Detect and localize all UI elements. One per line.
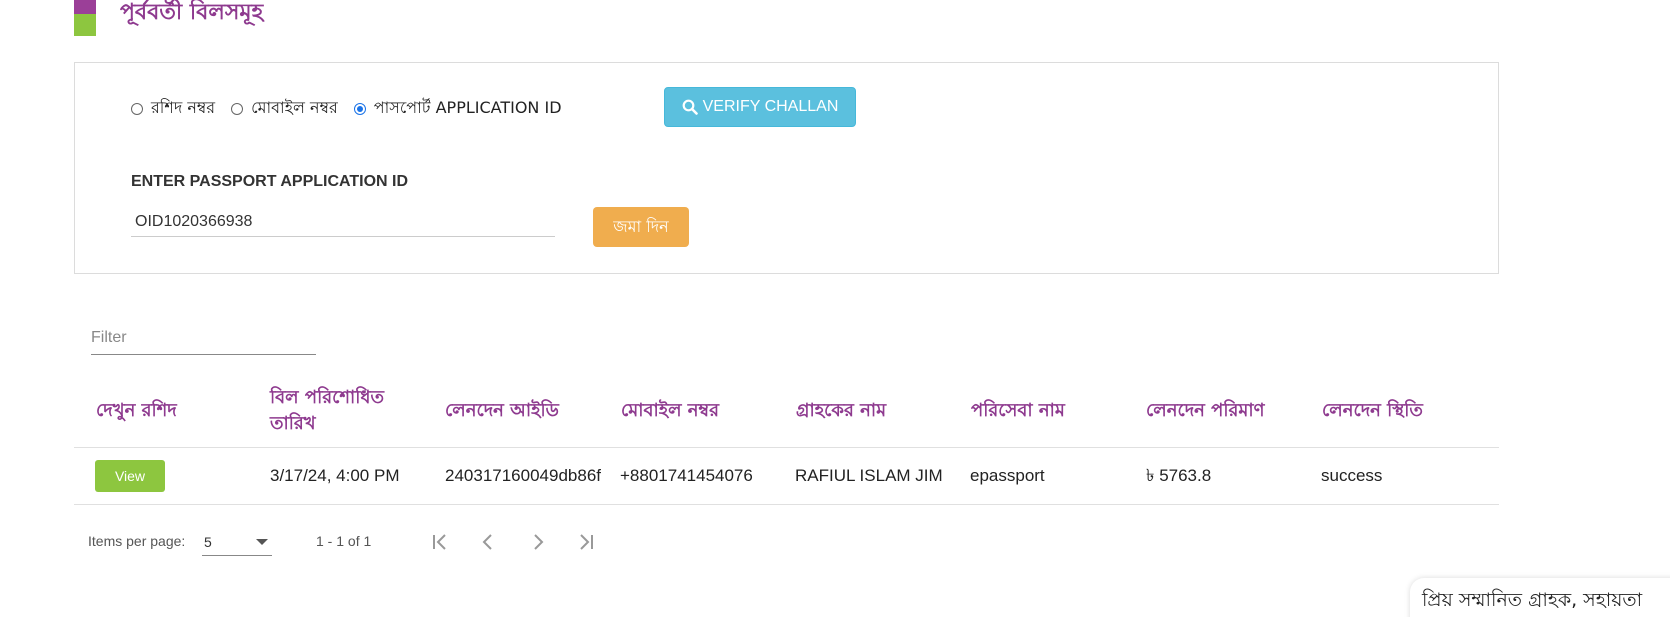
filter-input[interactable]: [91, 322, 316, 355]
search-panel: রশিদ নম্বর মোবাইল নম্বর পাসপোর্ট APPLICA…: [74, 62, 1499, 274]
header-accent-green: [74, 14, 96, 36]
radio-receipt-number[interactable]: রশিদ নম্বর: [131, 95, 215, 122]
items-per-page-label: Items per page:: [88, 533, 186, 549]
page: পূর্ববর্তী বিলসমূহ রশিদ নম্বর মোবাইল নম্…: [0, 0, 1670, 617]
customer-name-cell: RAFIUL ISLAM JIM: [795, 466, 943, 485]
previous-page-icon[interactable]: [474, 528, 502, 556]
dropdown-caret-icon: [256, 539, 268, 545]
page-size-select[interactable]: 5: [202, 528, 272, 556]
mobile-number-cell: +8801741454076: [620, 466, 753, 485]
bills-table: দেখুন রশিদ বিল পরিশোধিত তারিখ লেনদেন আইড…: [74, 375, 1499, 505]
radio-passport-application-id[interactable]: পাসপোর্ট APPLICATION ID: [353, 95, 562, 122]
transaction-status-cell: success: [1321, 466, 1383, 485]
column-header-transaction-status[interactable]: লেনদেন স্থিতি: [1322, 375, 1492, 447]
support-chat-text: প্রিয় সম্মানিত গ্রাহক, সহায়তা: [1422, 589, 1643, 611]
radio-button[interactable]: [231, 102, 244, 115]
bill-paid-date-cell: 3/17/24, 4:00 PM: [270, 466, 400, 485]
passport-application-id-input[interactable]: [131, 207, 555, 237]
column-header-transaction-amount[interactable]: লেনদেন পরিমাণ: [1146, 375, 1316, 447]
radio-label: রশিদ নম্বর: [151, 98, 216, 117]
verify-challan-label: VERIFY CHALLAN: [702, 98, 839, 115]
column-header-mobile-number[interactable]: মোবাইল নম্বর: [621, 375, 791, 447]
column-header-view-receipt[interactable]: দেখুন রশিদ: [96, 375, 256, 447]
header-accent-purple: [74, 0, 96, 14]
next-page-icon[interactable]: [524, 528, 552, 556]
transaction-amount-cell: ৳ 5763.8: [1146, 466, 1212, 485]
radio-button[interactable]: [131, 102, 143, 115]
last-page-icon[interactable]: [572, 528, 600, 556]
search-icon: [682, 99, 698, 115]
radio-button-selected[interactable]: [353, 102, 366, 115]
column-header-transaction-id[interactable]: লেনদেন আইডি: [445, 375, 615, 447]
column-header-customer-name[interactable]: গ্রাহকের নাম: [796, 375, 966, 447]
radio-label: মোবাইল নম্বর: [251, 98, 338, 117]
column-header-service-name[interactable]: পরিসেবা নাম: [971, 375, 1141, 447]
passport-id-field-label: ENTER PASSPORT APPLICATION ID: [131, 173, 409, 190]
service-name-cell: epassport: [970, 466, 1045, 485]
submit-button[interactable]: জমা দিন: [593, 207, 689, 247]
transaction-id-cell: 240317160049db86f: [445, 466, 601, 485]
first-page-icon[interactable]: [426, 528, 454, 556]
page-title: পূর্ববর্তী বিলসমূহ: [120, 0, 264, 25]
view-cell: View: [95, 448, 165, 504]
radio-label: পাসপোর্ট APPLICATION ID: [373, 98, 562, 117]
table-header-row: দেখুন রশিদ বিল পরিশোধিত তারিখ লেনদেন আইড…: [74, 375, 1499, 448]
paginator: Items per page: 5 1 - 1 of 1: [88, 522, 648, 562]
verify-challan-button[interactable]: VERIFY CHALLAN: [664, 87, 856, 127]
support-chat-toast[interactable]: প্রিয় সম্মানিত গ্রাহক, সহায়তা: [1410, 578, 1670, 617]
page-range-label: 1 - 1 of 1: [316, 533, 372, 549]
search-type-radio-group: রশিদ নম্বর মোবাইল নম্বর পাসপোর্ট APPLICA…: [131, 95, 578, 122]
column-header-bill-paid-date[interactable]: বিল পরিশোধিত তারিখ: [270, 375, 430, 447]
view-receipt-button[interactable]: View: [95, 460, 165, 492]
radio-mobile-number[interactable]: মোবাইল নম্বর: [231, 95, 338, 122]
table-row: View 3/17/24, 4:00 PM 240317160049db86f …: [74, 448, 1499, 505]
page-size-value: 5: [204, 533, 212, 550]
